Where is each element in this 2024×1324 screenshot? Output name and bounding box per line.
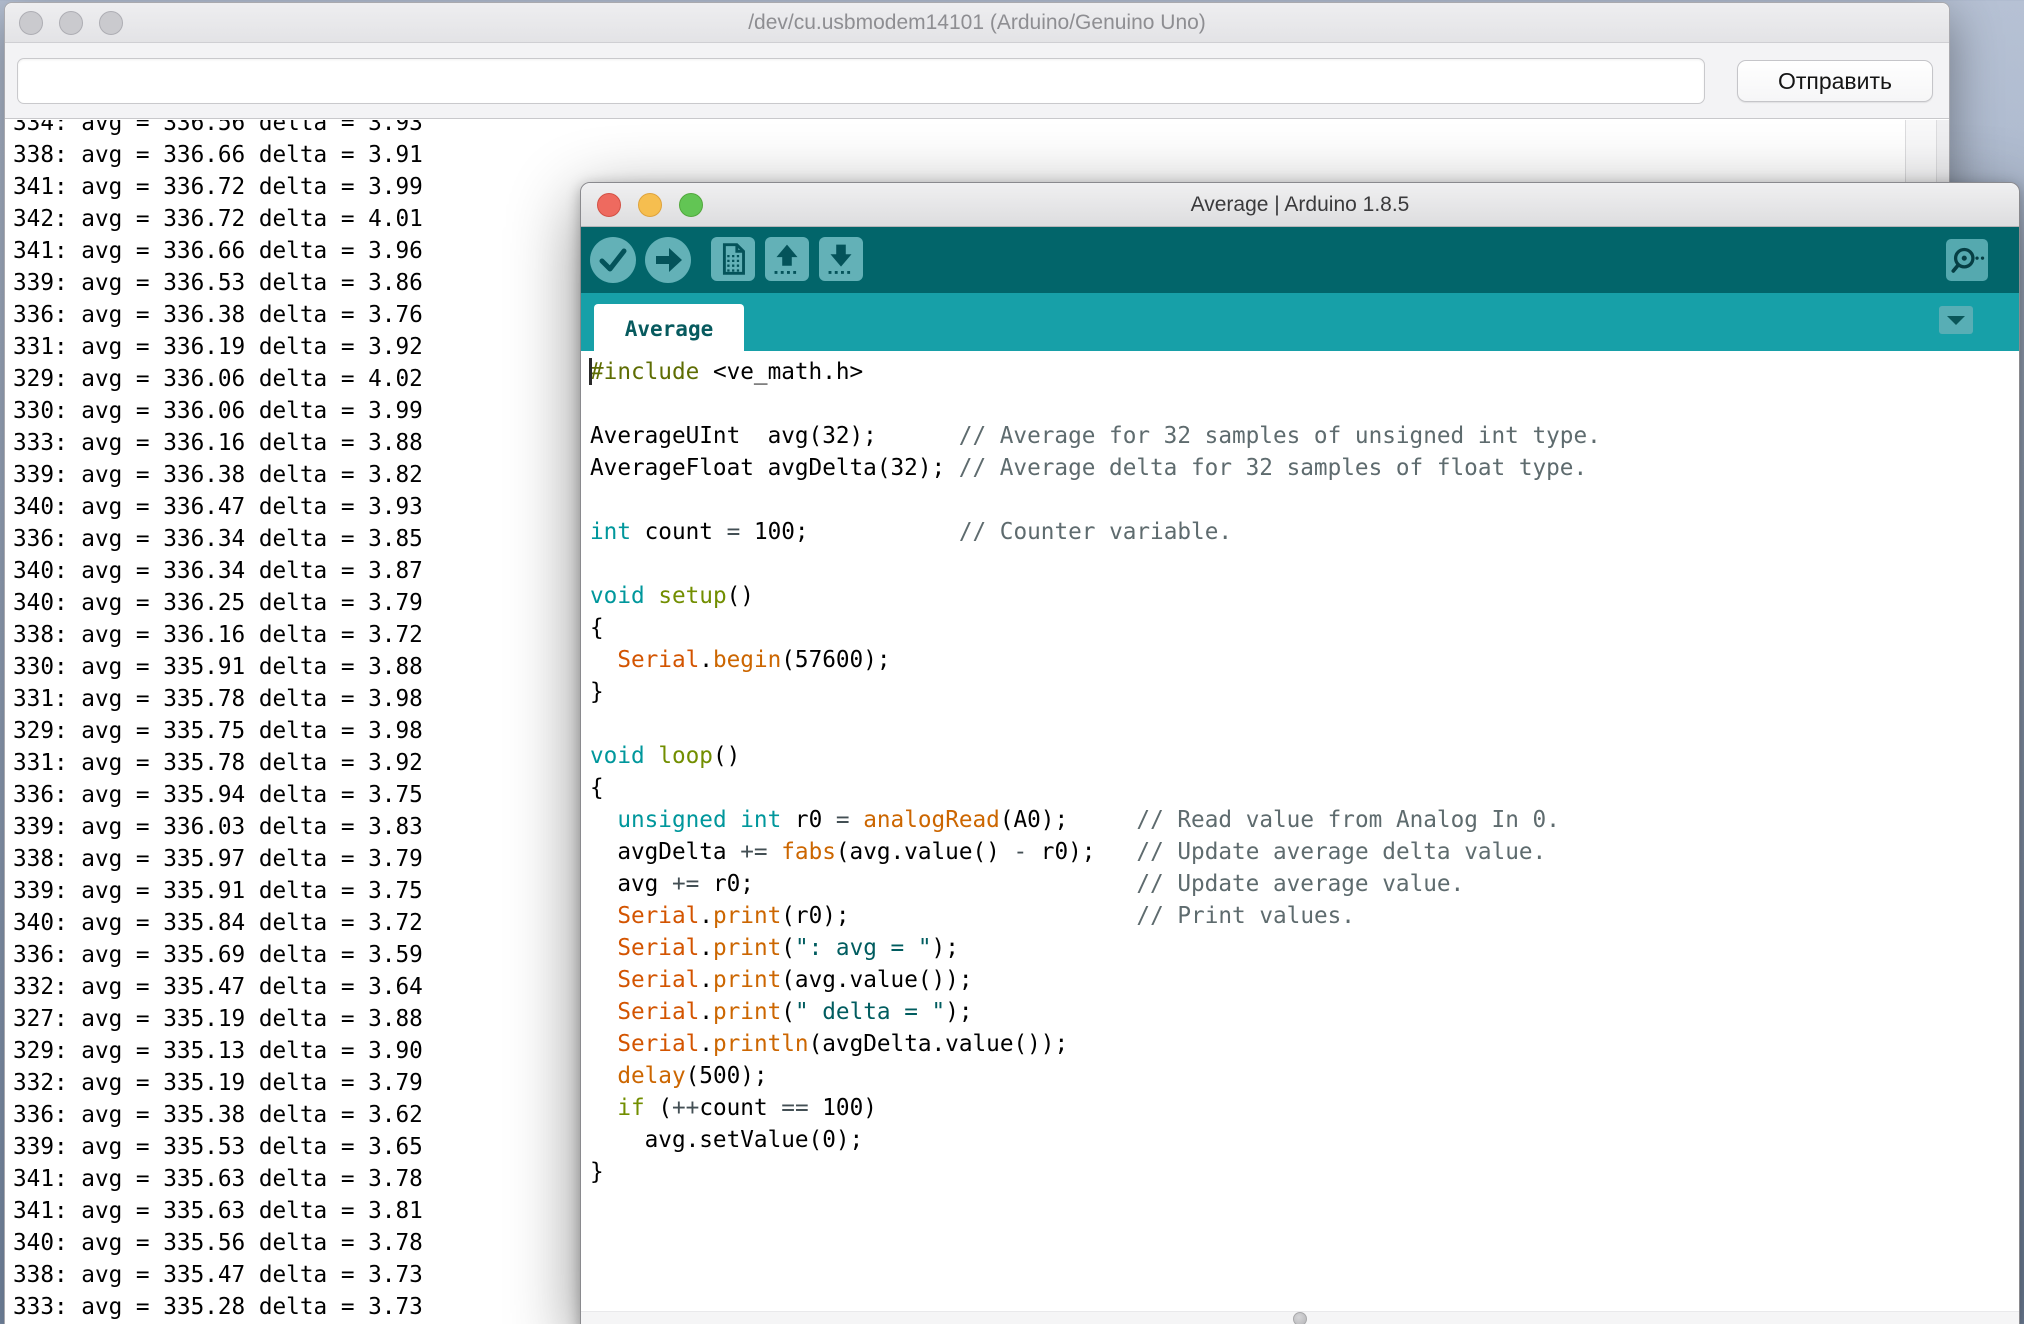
new-sketch-icon: [711, 237, 755, 281]
code-line: Serial.print(": avg = ");: [590, 932, 2019, 964]
send-button[interactable]: Отправить: [1737, 60, 1933, 102]
code-line: int count = 100; // Counter variable.: [590, 516, 2019, 548]
serial-monitor-titlebar[interactable]: /dev/cu.usbmodem14101 (Arduino/Genuino U…: [5, 3, 1949, 43]
desktop: { "colors": { "toolbar_teal": "#02656a",…: [0, 0, 2024, 1324]
ide-toolbar: [581, 227, 2019, 293]
serial-input[interactable]: [17, 58, 1705, 104]
code-line: delay(500);: [590, 1060, 2019, 1092]
verify-button[interactable]: [590, 237, 636, 283]
code-line: #include <ve_math.h>: [590, 356, 2019, 388]
code-line: Serial.print(" delta = ");: [590, 996, 2019, 1028]
code-line: void loop(): [590, 740, 2019, 772]
code-lines: #include <ve_math.h> AverageUInt avg(32)…: [590, 356, 2019, 1188]
ide-tab-bar: Average: [581, 293, 2019, 351]
serial-monitor-input-row: Отправить: [5, 43, 1949, 119]
code-line: Serial.println(avgDelta.value());: [590, 1028, 2019, 1060]
tab-average[interactable]: Average: [594, 304, 744, 351]
code-line: AverageFloat avgDelta(32); // Average de…: [590, 452, 2019, 484]
tab-menu-button[interactable]: [1939, 306, 1973, 334]
ide-titlebar[interactable]: Average | Arduino 1.8.5: [581, 183, 2019, 227]
code-line: {: [590, 612, 2019, 644]
code-line: Serial.begin(57600);: [590, 644, 2019, 676]
new-sketch-button[interactable]: [711, 237, 755, 281]
serial-monitor-title: /dev/cu.usbmodem14101 (Arduino/Genuino U…: [5, 3, 1949, 43]
code-line: avgDelta += fabs(avg.value() - r0); // U…: [590, 836, 2019, 868]
code-line: if (++count == 100): [590, 1092, 2019, 1124]
upload-icon: [645, 237, 691, 283]
save-button[interactable]: [819, 237, 863, 281]
code-line: avg += r0; // Update average value.: [590, 868, 2019, 900]
arduino-ide-window: Average | Arduino 1.8.5: [580, 182, 2020, 1324]
code-line: Serial.print(avg.value());: [590, 964, 2019, 996]
text-caret: [589, 358, 592, 385]
save-icon: [819, 237, 863, 281]
code-line: }: [590, 676, 2019, 708]
ide-window-title: Average | Arduino 1.8.5: [581, 183, 2019, 227]
chevron-down-icon: [1947, 316, 1965, 325]
code-line: [590, 708, 2019, 740]
serial-monitor-icon: [1946, 239, 1988, 281]
verify-icon: [590, 237, 636, 283]
upload-button[interactable]: [645, 237, 691, 283]
code-line: avg.setValue(0);: [590, 1124, 2019, 1156]
code-line: AverageUInt avg(32); // Average for 32 s…: [590, 420, 2019, 452]
code-line: [590, 484, 2019, 516]
serial-output-line: 338: avg = 336.66 delta = 3.91: [13, 139, 1949, 171]
code-line: [590, 548, 2019, 580]
code-editor[interactable]: #include <ve_math.h> AverageUInt avg(32)…: [581, 351, 2019, 1311]
open-button[interactable]: [765, 237, 809, 281]
code-line: unsigned int r0 = analogRead(A0); // Rea…: [590, 804, 2019, 836]
editor-console-splitter[interactable]: [581, 1311, 2019, 1324]
code-line: }: [590, 1156, 2019, 1188]
code-line: Serial.print(r0); // Print values.: [590, 900, 2019, 932]
serial-monitor-button[interactable]: [1946, 239, 1988, 281]
code-line: void setup(): [590, 580, 2019, 612]
code-line: [590, 388, 2019, 420]
open-icon: [765, 237, 809, 281]
code-line: {: [590, 772, 2019, 804]
splitter-grip-icon: [1293, 1312, 1307, 1324]
serial-output-line: 334: avg = 336.56 delta = 3.93: [13, 120, 1949, 139]
